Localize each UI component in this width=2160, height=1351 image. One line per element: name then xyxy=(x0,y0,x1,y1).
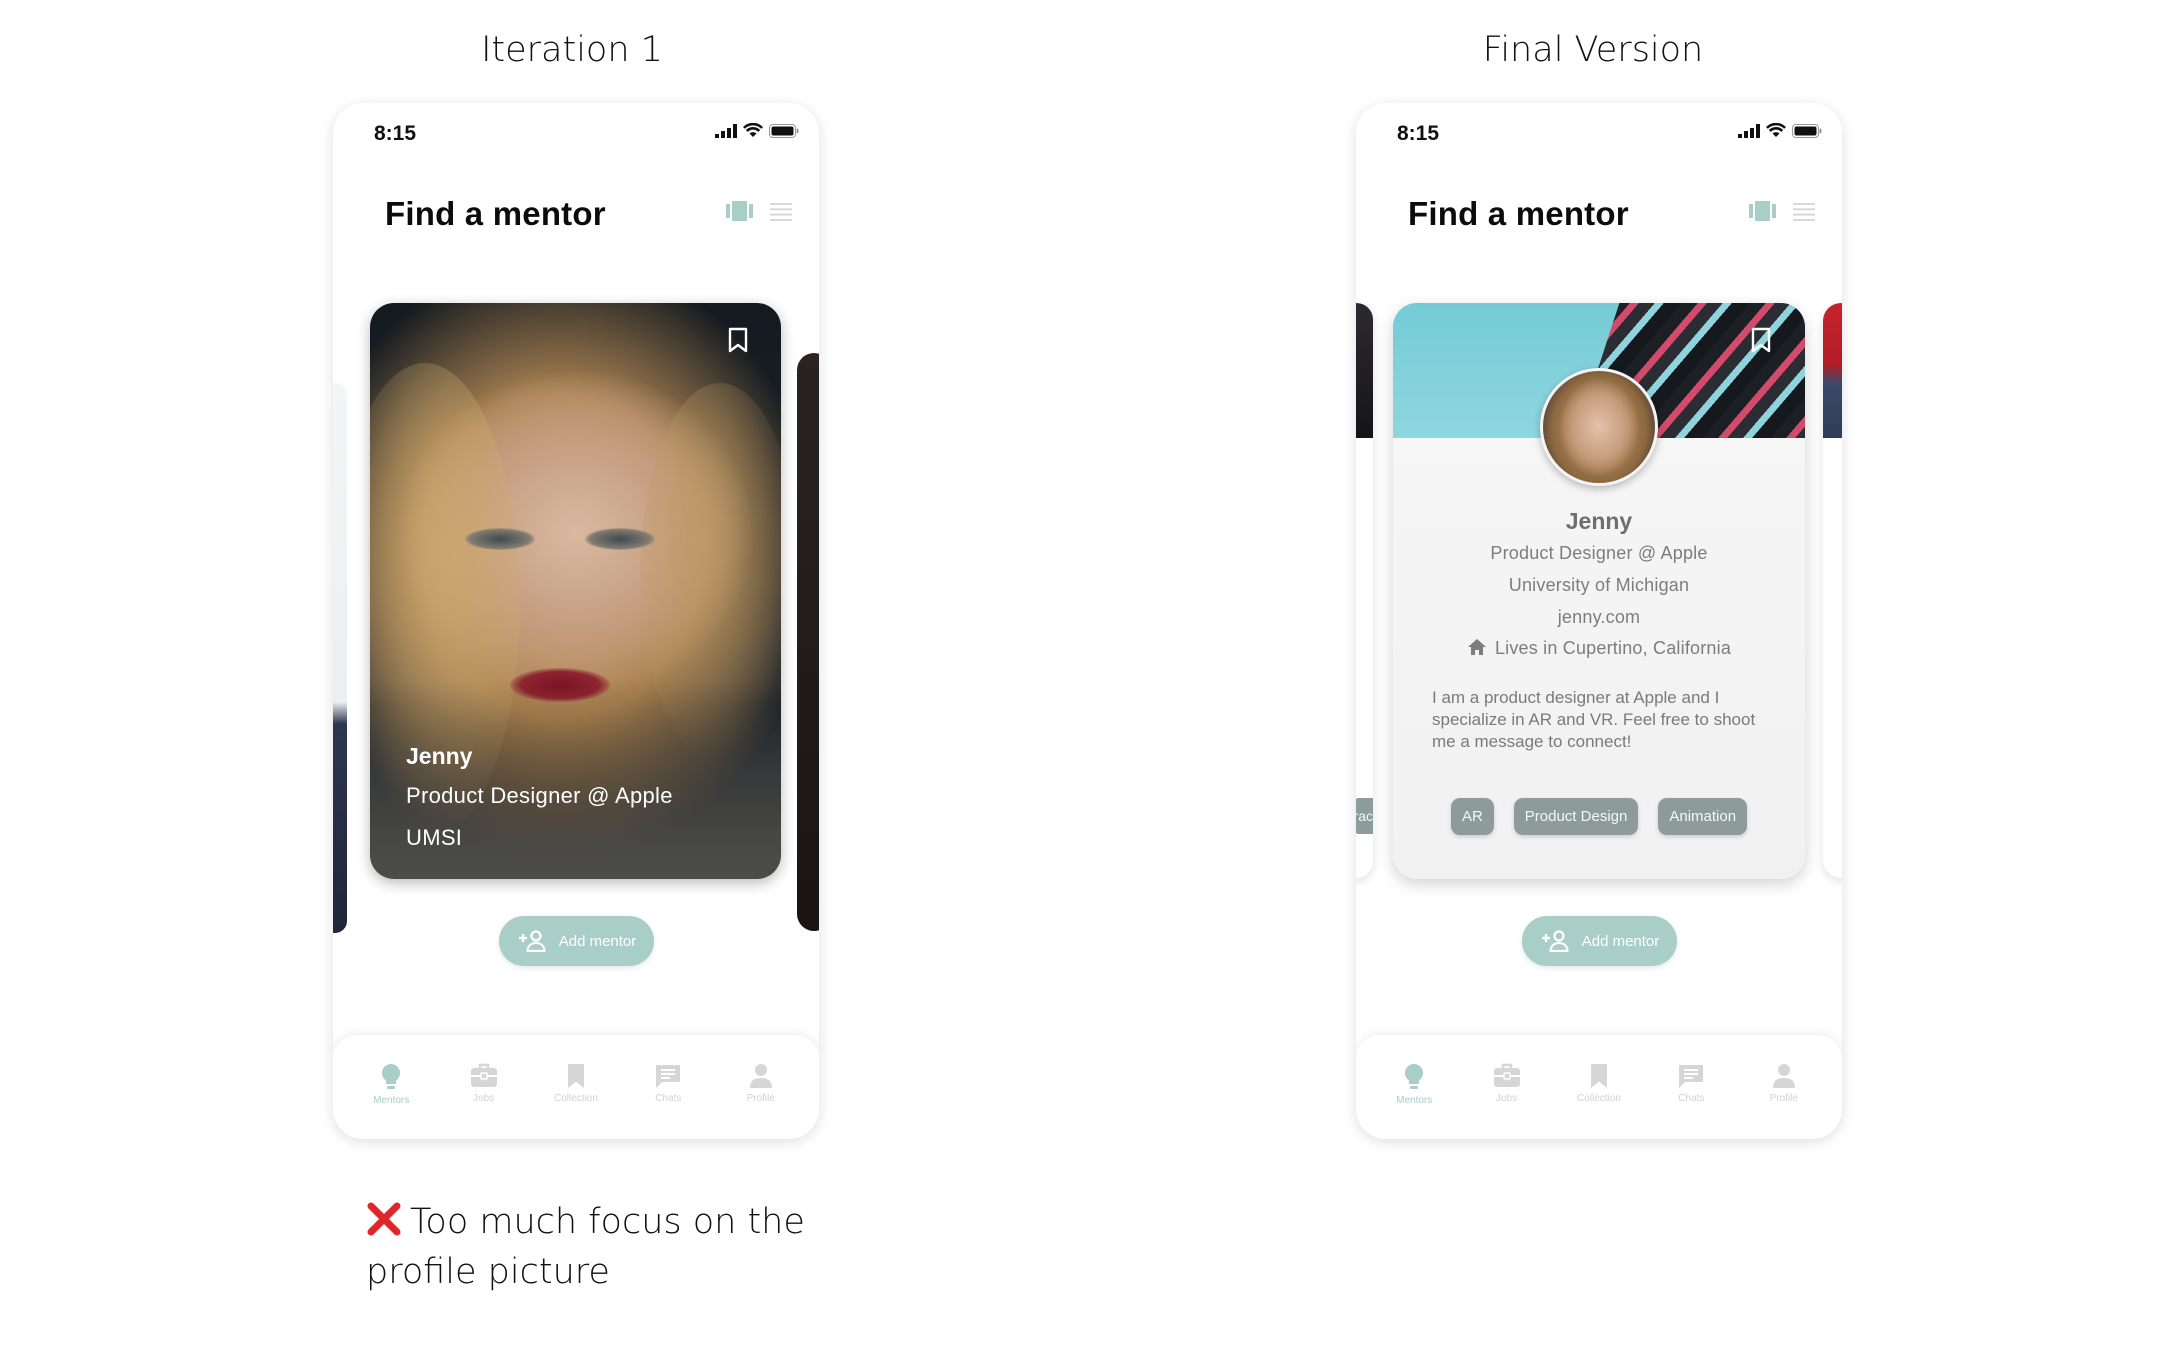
tab-label: Profile xyxy=(1769,1093,1798,1104)
briefcase-icon xyxy=(1493,1063,1520,1087)
status-icons xyxy=(715,123,799,138)
tag-animation[interactable]: Animation xyxy=(1658,798,1748,835)
avatar xyxy=(1540,368,1658,486)
battery-icon xyxy=(769,123,799,138)
wifi-icon xyxy=(743,123,763,137)
tab-chats[interactable]: Chats xyxy=(1651,1063,1731,1139)
bookmark-icon xyxy=(567,1064,584,1088)
feedback-note: Too much focus on the profile picture xyxy=(366,1197,836,1297)
location-text: Lives in Cupertino, California xyxy=(1494,638,1732,658)
signal-icon xyxy=(1738,123,1760,138)
tab-jobs[interactable]: Jobs xyxy=(1467,1063,1547,1139)
previous-mentor-card[interactable]: rac xyxy=(1356,303,1373,878)
add-mentor-label: Add mentor xyxy=(1581,932,1660,950)
carousel-view-icon[interactable] xyxy=(726,201,753,221)
mentor-photo-card[interactable]: Jenny Product Designer @ Apple UMSI xyxy=(370,303,781,879)
tag-list: AR Product Design Animation xyxy=(1393,798,1805,835)
person-icon xyxy=(749,1064,772,1088)
lightbulb-icon xyxy=(382,1064,401,1089)
tab-jobs[interactable]: Jobs xyxy=(444,1063,524,1139)
add-mentor-button[interactable]: Add mentor xyxy=(499,916,654,966)
tab-label: Jobs xyxy=(473,1093,495,1104)
tag-ar[interactable]: AR xyxy=(1450,798,1494,835)
tab-mentors[interactable]: Mentors xyxy=(1374,1063,1454,1139)
add-mentor-label: Add mentor xyxy=(558,932,637,950)
briefcase-icon xyxy=(470,1063,497,1087)
mentor-title: Product Designer @ Apple xyxy=(1490,543,1708,563)
bottom-tab-bar: Mentors Jobs Collection Chats Profile xyxy=(1356,1035,1842,1139)
tab-collection[interactable]: Collection xyxy=(1559,1063,1639,1139)
status-time: 8:15 xyxy=(1397,122,1440,145)
final-version-heading: Final Version xyxy=(1482,30,1704,70)
add-person-icon xyxy=(518,930,546,952)
home-icon xyxy=(1467,639,1486,655)
status-icons xyxy=(1738,123,1822,138)
mentor-location: Lives in Cupertino, California xyxy=(1393,638,1805,659)
wifi-icon xyxy=(1766,123,1786,137)
next-mentor-card[interactable] xyxy=(797,353,819,931)
signal-icon xyxy=(715,123,737,138)
mentor-bio: I am a product designer at Apple and I s… xyxy=(1432,688,1756,751)
mentor-website: jenny.com xyxy=(1557,607,1641,627)
battery-icon xyxy=(1792,123,1822,138)
mentor-name: Jenny xyxy=(1565,508,1633,534)
tab-label: Jobs xyxy=(1496,1093,1518,1104)
mentor-profile-card[interactable]: Jenny Product Designer @ Apple Universit… xyxy=(1393,303,1805,879)
phone-iteration-1: 8:15 Find a mentor Jenny Product Designe… xyxy=(333,103,819,1139)
list-view-icon[interactable] xyxy=(770,203,792,221)
tab-profile[interactable]: Profile xyxy=(1744,1063,1824,1139)
carousel-view-icon[interactable] xyxy=(1749,201,1776,221)
next-mentor-card[interactable] xyxy=(1823,303,1842,878)
page-title: Find a mentor xyxy=(1408,195,1629,232)
chat-icon xyxy=(656,1065,681,1088)
mentor-title: Product Designer @ Apple xyxy=(406,783,673,808)
tab-label: Collection xyxy=(1577,1093,1621,1104)
bottom-tab-bar: Mentors Jobs Collection Chats Profile xyxy=(333,1035,819,1139)
bookmark-icon[interactable] xyxy=(727,327,749,353)
tab-label: Chats xyxy=(655,1093,682,1104)
bookmark-icon xyxy=(1590,1064,1607,1088)
tab-profile[interactable]: Profile xyxy=(721,1063,801,1139)
lightbulb-icon xyxy=(1405,1064,1424,1089)
tab-chats[interactable]: Chats xyxy=(628,1063,708,1139)
add-person-icon xyxy=(1541,930,1569,952)
page-title: Find a mentor xyxy=(385,195,606,232)
person-icon xyxy=(1772,1064,1795,1088)
iteration-1-heading: Iteration 1 xyxy=(481,30,663,70)
tab-collection[interactable]: Collection xyxy=(536,1063,616,1139)
mentor-school: UMSI xyxy=(406,825,463,850)
tab-label: Mentors xyxy=(1396,1095,1433,1106)
tag-product-design[interactable]: Product Design xyxy=(1513,798,1639,835)
tab-mentors[interactable]: Mentors xyxy=(351,1063,431,1139)
tab-label: Chats xyxy=(1678,1093,1705,1104)
bookmark-icon[interactable] xyxy=(1750,327,1772,353)
chat-icon xyxy=(1679,1065,1704,1088)
mentor-school: University of Michigan xyxy=(1508,575,1690,595)
phone-final-version: 8:15 Find a mentor rac Jenny Product Des… xyxy=(1356,103,1842,1139)
add-mentor-button[interactable]: Add mentor xyxy=(1522,916,1677,966)
list-view-icon[interactable] xyxy=(1793,203,1815,221)
status-time: 8:15 xyxy=(374,122,417,145)
mentor-name: Jenny xyxy=(406,743,473,769)
feedback-text: Too much focus on the profile picture xyxy=(366,1202,805,1292)
tab-label: Mentors xyxy=(373,1095,410,1106)
tab-label: Collection xyxy=(554,1093,598,1104)
previous-mentor-card[interactable] xyxy=(333,383,347,933)
tab-label: Profile xyxy=(746,1093,775,1104)
cross-mark-icon xyxy=(367,1202,401,1236)
peek-tag-fragment: rac xyxy=(1356,798,1373,834)
